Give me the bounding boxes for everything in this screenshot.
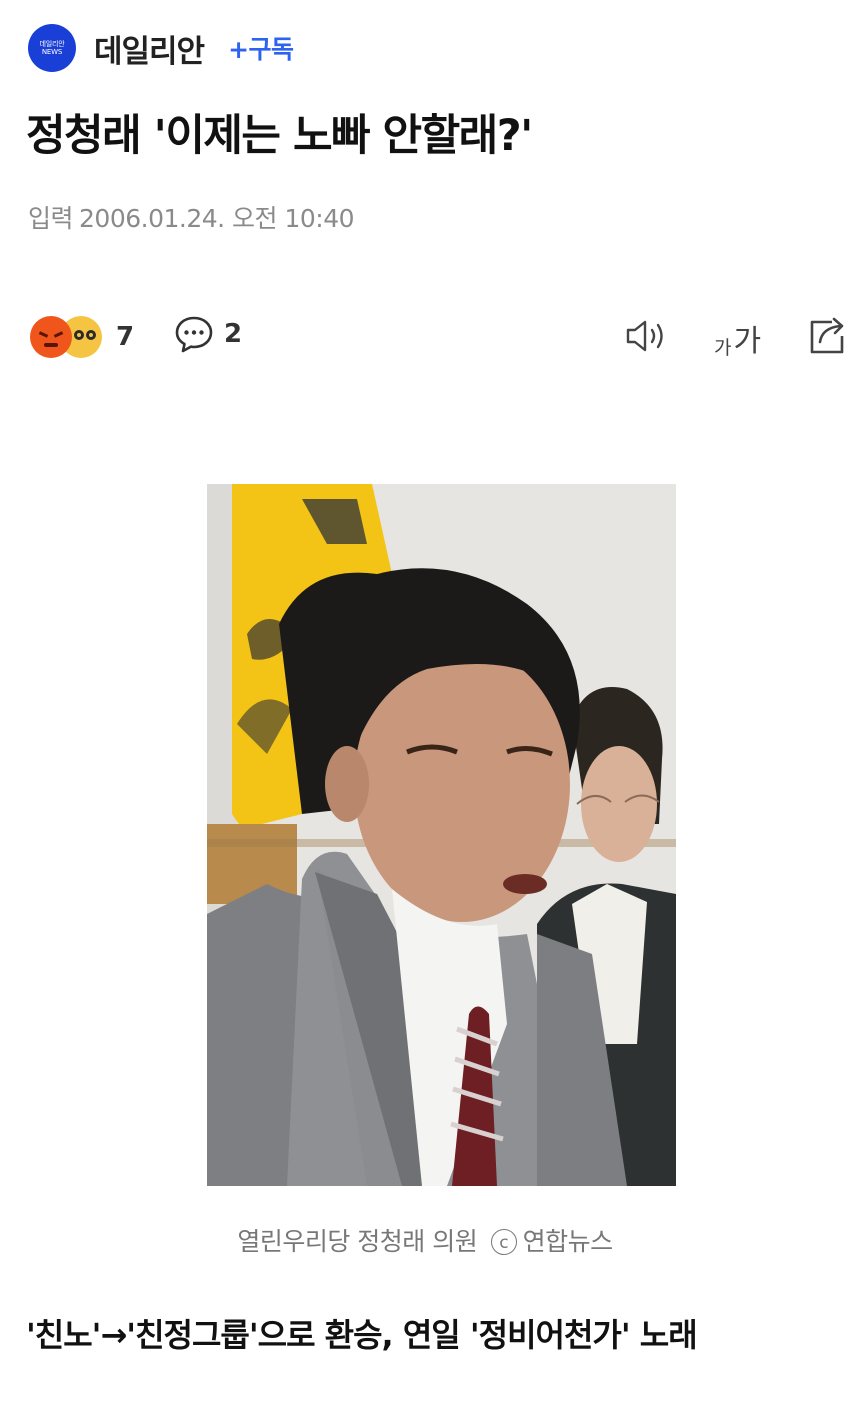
- reaction-button[interactable]: 7: [30, 316, 134, 358]
- press-name[interactable]: 데일리안: [94, 26, 205, 71]
- date-value: 2006.01.24. 오전 10:40: [79, 204, 355, 233]
- article-subtitle: '친노'→'친정그룹'으로 환승, 연일 '정비어천가' 노래: [26, 1316, 698, 1354]
- speaker-icon: [626, 320, 663, 352]
- share-icon: [810, 317, 844, 354]
- share-button[interactable]: [806, 314, 850, 360]
- comment-icon: [175, 316, 213, 353]
- comment-count: 2: [224, 319, 243, 349]
- font-size-icon-small: 가: [714, 337, 732, 359]
- angry-reaction-icon: [30, 316, 72, 358]
- photo-caption-text: 열린우리당 정청래 의원: [237, 1227, 478, 1256]
- text-to-speech-button[interactable]: [624, 316, 670, 360]
- article-date: 입력 2006.01.24. 오전 10:40: [28, 199, 355, 235]
- article-photo[interactable]: [207, 484, 676, 1186]
- photo-credit: 연합뉴스: [522, 1227, 614, 1256]
- logo-text-top: 데일리안: [39, 40, 65, 48]
- article-toolbar: 7 2 가 가: [30, 312, 850, 362]
- comment-button[interactable]: 2: [174, 314, 242, 354]
- reaction-count: 7: [116, 322, 135, 352]
- article-header: 데일리안 NEWS 데일리안 +구독: [28, 22, 294, 74]
- subscribe-button[interactable]: +구독: [228, 30, 294, 66]
- font-size-button[interactable]: 가 가: [714, 316, 761, 360]
- photo-caption: 열린우리당 정청래 의원 c 연합뉴스: [0, 1222, 850, 1258]
- logo-text-bottom: NEWS: [41, 48, 63, 56]
- press-logo[interactable]: 데일리안 NEWS: [28, 24, 76, 72]
- article-title: 정청래 '이제는 노빠 안할래?': [26, 111, 533, 161]
- copyright-icon: c: [490, 1229, 517, 1255]
- font-size-icon-big: 가: [733, 324, 762, 359]
- date-label: 입력: [28, 204, 74, 233]
- photo-politician-speaking: [207, 484, 676, 1186]
